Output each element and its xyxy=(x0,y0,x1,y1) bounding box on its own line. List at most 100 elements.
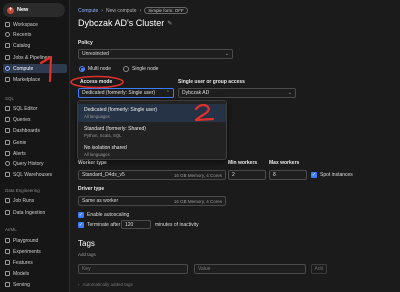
breadcrumb-separator: › xyxy=(139,7,142,14)
sidebar-item-label: Job Runs xyxy=(13,197,35,204)
sidebar-item-features[interactable]: Features xyxy=(3,258,67,267)
worker-type-spec: 16 GB Memory, 4 Cores xyxy=(173,172,222,178)
sidebar-item-query-history[interactable]: Query History xyxy=(3,159,67,168)
sidebar-item-sql-editor[interactable]: SQL Editor xyxy=(3,104,67,113)
autoscaling-label: Enable autoscaling xyxy=(87,212,130,218)
option-description: Python, Scala, SQL xyxy=(84,133,122,138)
sidebar-item-workspace[interactable]: Workspace xyxy=(3,20,67,29)
option-title: Standard (formerly: Shared) xyxy=(84,126,146,132)
sidebar-item-job-runs[interactable]: Job Runs xyxy=(3,196,67,205)
chevron-down-icon: ⌄ xyxy=(287,90,292,96)
breadcrumb-new-compute: New compute xyxy=(105,7,137,14)
option-description: All languages xyxy=(84,152,110,157)
annotation-number-two xyxy=(194,103,215,122)
radio-empty-icon xyxy=(123,66,129,72)
clock-icon xyxy=(5,32,10,37)
tag-key-input[interactable]: Key xyxy=(78,264,188,274)
breadcrumb: Compute › New compute › Simple form: OFF xyxy=(78,7,188,14)
sidebar-item-genie[interactable]: Genie xyxy=(3,138,67,147)
cluster-name[interactable]: Dybczak AD's Cluster xyxy=(78,18,164,28)
driver-type-label: Driver type xyxy=(78,186,105,192)
access-mode-select[interactable]: Dedicated (formerly: Single user) ⌃ xyxy=(78,88,174,98)
new-button[interactable]: + New xyxy=(3,3,65,17)
option-title: No isolation shared xyxy=(84,145,127,151)
policy-select[interactable]: Unrestricted ⌄ xyxy=(78,49,233,59)
queries-icon xyxy=(5,117,10,122)
min-workers-label: Min workers xyxy=(228,160,258,166)
spot-instances-checkbox[interactable]: ✓ Spot instances xyxy=(311,172,353,178)
sidebar-item-label: SQL Editor xyxy=(13,105,38,112)
terminate-suffix: minutes of inactivity xyxy=(155,222,199,228)
sidebar-item-recents[interactable]: Recents xyxy=(3,30,67,39)
multi-node-label: Multi node xyxy=(88,66,112,72)
simple-form-toggle[interactable]: Simple form: OFF xyxy=(144,7,188,14)
driver-type-value: Same as worker xyxy=(82,198,119,204)
sidebar-item-serving[interactable]: Serving xyxy=(3,280,67,289)
worker-type-label: Worker type xyxy=(78,160,107,166)
spot-instances-label: Spot instances xyxy=(320,172,353,178)
checkmark-icon: ✓ xyxy=(311,172,317,178)
serving-icon xyxy=(5,282,10,287)
sidebar-item-catalog[interactable]: Catalog xyxy=(3,41,67,50)
user-access-select[interactable]: Dybczak AD ⌄ xyxy=(178,88,296,98)
driver-type-spec: 16 GB Memory, 4 Cores xyxy=(173,198,222,204)
warehouse-icon xyxy=(5,172,10,177)
single-node-label: Single node xyxy=(132,66,159,72)
sidebar-item-models[interactable]: Models xyxy=(3,269,67,278)
page-title: Dybczak AD's Cluster ✎ xyxy=(78,18,172,28)
auto-tags-toggle[interactable]: › Automatically added tags xyxy=(78,282,133,287)
single-node-radio[interactable]: Single node xyxy=(123,66,158,72)
breadcrumb-separator: › xyxy=(101,7,103,14)
sidebar-item-queries[interactable]: Queries xyxy=(3,115,67,124)
multi-node-radio[interactable]: Multi node xyxy=(79,66,111,72)
sidebar-item-alerts[interactable]: Alerts xyxy=(3,149,67,158)
sidebar-item-label: Queries xyxy=(13,116,31,123)
runs-icon xyxy=(5,198,10,203)
chevron-up-icon: ⌃ xyxy=(165,90,170,96)
add-tag-button[interactable]: Add xyxy=(311,264,327,274)
max-workers-input[interactable]: 8 xyxy=(269,170,307,180)
sidebar-item-experiments[interactable]: Experiments xyxy=(3,247,67,256)
access-mode-option-standard[interactable]: Standard (formerly: Shared) Python, Scal… xyxy=(78,123,226,141)
pencil-icon[interactable]: ✎ xyxy=(167,20,172,27)
tag-value-input[interactable]: Value xyxy=(194,264,306,274)
sql-section-label: SQL xyxy=(5,96,15,101)
history-icon xyxy=(5,161,10,166)
min-workers-input[interactable]: 2 xyxy=(228,170,266,180)
sidebar-item-sql-warehouses[interactable]: SQL Warehouses xyxy=(3,170,67,179)
terminate-checkbox[interactable]: ✓ Terminate after xyxy=(78,222,120,228)
cloud-icon xyxy=(5,66,10,71)
annotation-number-one xyxy=(39,55,53,83)
editor-icon xyxy=(5,106,10,111)
sidebar-item-label: SQL Warehouses xyxy=(13,171,53,178)
sidebar-item-label: Genie xyxy=(13,139,27,146)
policy-label: Policy xyxy=(78,40,93,46)
sidebar-item-dashboards[interactable]: Dashboards xyxy=(3,126,67,135)
checkmark-icon: ✓ xyxy=(78,212,84,218)
sidebar: + New Workspace Recents Catalog Jobs & P… xyxy=(0,0,70,292)
sidebar-item-playground[interactable]: Playground xyxy=(3,236,67,245)
sidebar-item-label: Playground xyxy=(13,237,39,244)
driver-type-select[interactable]: Same as worker 16 GB Memory, 4 Cores xyxy=(78,196,226,206)
dashboard-icon xyxy=(5,128,10,133)
access-mode-option-no-isolation[interactable]: No isolation shared All languages xyxy=(78,142,226,160)
terminate-label: Terminate after xyxy=(87,222,121,228)
models-icon xyxy=(5,271,10,276)
marketplace-icon xyxy=(5,77,10,82)
genie-icon xyxy=(5,140,10,145)
autoscaling-checkbox[interactable]: ✓ Enable autoscaling xyxy=(78,212,129,218)
plus-icon: + xyxy=(7,6,14,14)
sidebar-item-label: Features xyxy=(13,259,33,266)
add-tags-label: Add tags xyxy=(78,252,96,257)
access-mode-value: Dedicated (formerly: Single user) xyxy=(82,90,156,96)
user-access-value: Dybczak AD xyxy=(182,90,210,96)
worker-type-select[interactable]: Standard_D4ds_v5 16 GB Memory, 4 Cores xyxy=(78,170,226,180)
sidebar-item-data-ingestion[interactable]: Data Ingestion xyxy=(3,208,67,217)
terminate-minutes-input[interactable]: 120 xyxy=(121,220,151,229)
sidebar-item-label: Catalog xyxy=(13,42,31,49)
sidebar-item-label: Query History xyxy=(13,160,44,167)
experiments-icon xyxy=(5,249,10,254)
auto-tags-label: Automatically added tags xyxy=(82,282,133,287)
user-access-label: Single user or group access xyxy=(178,79,245,85)
breadcrumb-compute[interactable]: Compute xyxy=(78,8,98,14)
